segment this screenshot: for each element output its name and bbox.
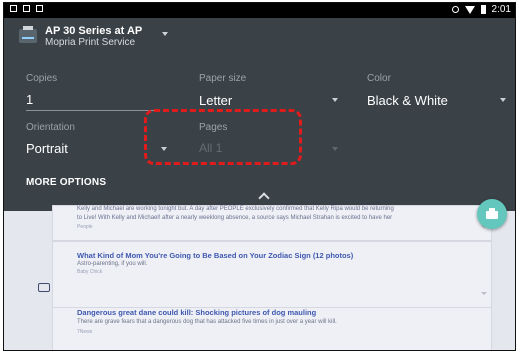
battery-icon [480, 5, 486, 14]
status-bar: 2:01 [4, 3, 515, 18]
article-title[interactable]: What Kind of Mom You're Going to Be Base… [77, 251, 353, 260]
list-item[interactable]: Kelly and Michael are working tonight bu… [52, 205, 492, 241]
camera-icon [10, 5, 17, 12]
document-icon [36, 5, 43, 12]
copies-label: Copies [26, 73, 58, 84]
screen: 2:01 AP 30 Series at AP Mopria Print Ser… [3, 2, 516, 351]
chevron-up-icon[interactable] [258, 192, 270, 204]
print-button[interactable] [477, 199, 507, 229]
wifi-icon [464, 5, 475, 14]
copies-field[interactable]: 1 [26, 92, 33, 107]
list-item[interactable]: Dangerous great dane could kill: Shockin… [52, 307, 492, 350]
source-label: 7News [77, 329, 93, 335]
print-service-name: Mopria Print Service [45, 37, 136, 48]
printer-selector[interactable]: AP 30 Series at AP Mopria Print Service [19, 25, 169, 48]
print-options-panel: AP 30 Series at AP Mopria Print Service … [4, 18, 515, 211]
pages-highlight-annotation [144, 109, 302, 165]
sync-icon [451, 6, 459, 13]
color-chevron-down-icon[interactable] [500, 98, 506, 102]
message-icon [23, 5, 30, 12]
snippet-line: to Live! With Kelly and Michael! after a… [77, 215, 393, 221]
pages-chevron-down-icon[interactable] [332, 147, 338, 151]
color-select[interactable]: Black & White [367, 93, 448, 108]
article-subtitle: Astro-parenting, if you will. [77, 261, 148, 267]
copies-underline [26, 110, 156, 111]
printer-icon [19, 26, 37, 43]
source-label: Baby Chick [77, 269, 103, 275]
article-subtitle: There are grave fears that a dangerous d… [77, 319, 337, 325]
article-title[interactable]: Dangerous great dane could kill: Shockin… [77, 308, 316, 317]
color-label: Color [367, 73, 391, 84]
paper-size-chevron-down-icon[interactable] [332, 98, 338, 102]
more-options-button[interactable]: MORE OPTIONS [26, 177, 106, 188]
message-icon[interactable] [38, 283, 50, 292]
orientation-select[interactable]: Portrait [26, 141, 68, 156]
background-feed: Kelly and Michael are working tonight bu… [4, 205, 515, 350]
print-icon-body [486, 211, 498, 219]
status-time: 2:01 [491, 4, 511, 15]
chevron-down-icon[interactable] [481, 292, 487, 295]
paper-size-label: Paper size [199, 73, 247, 84]
orientation-label: Orientation [26, 122, 75, 133]
printer-name: AP 30 Series at AP [45, 25, 143, 37]
source-label: People [77, 224, 93, 230]
snippet-line: Kelly and Michael are working tonight bu… [77, 206, 394, 212]
paper-size-select[interactable]: Letter [199, 93, 232, 108]
chevron-down-icon [162, 32, 169, 36]
